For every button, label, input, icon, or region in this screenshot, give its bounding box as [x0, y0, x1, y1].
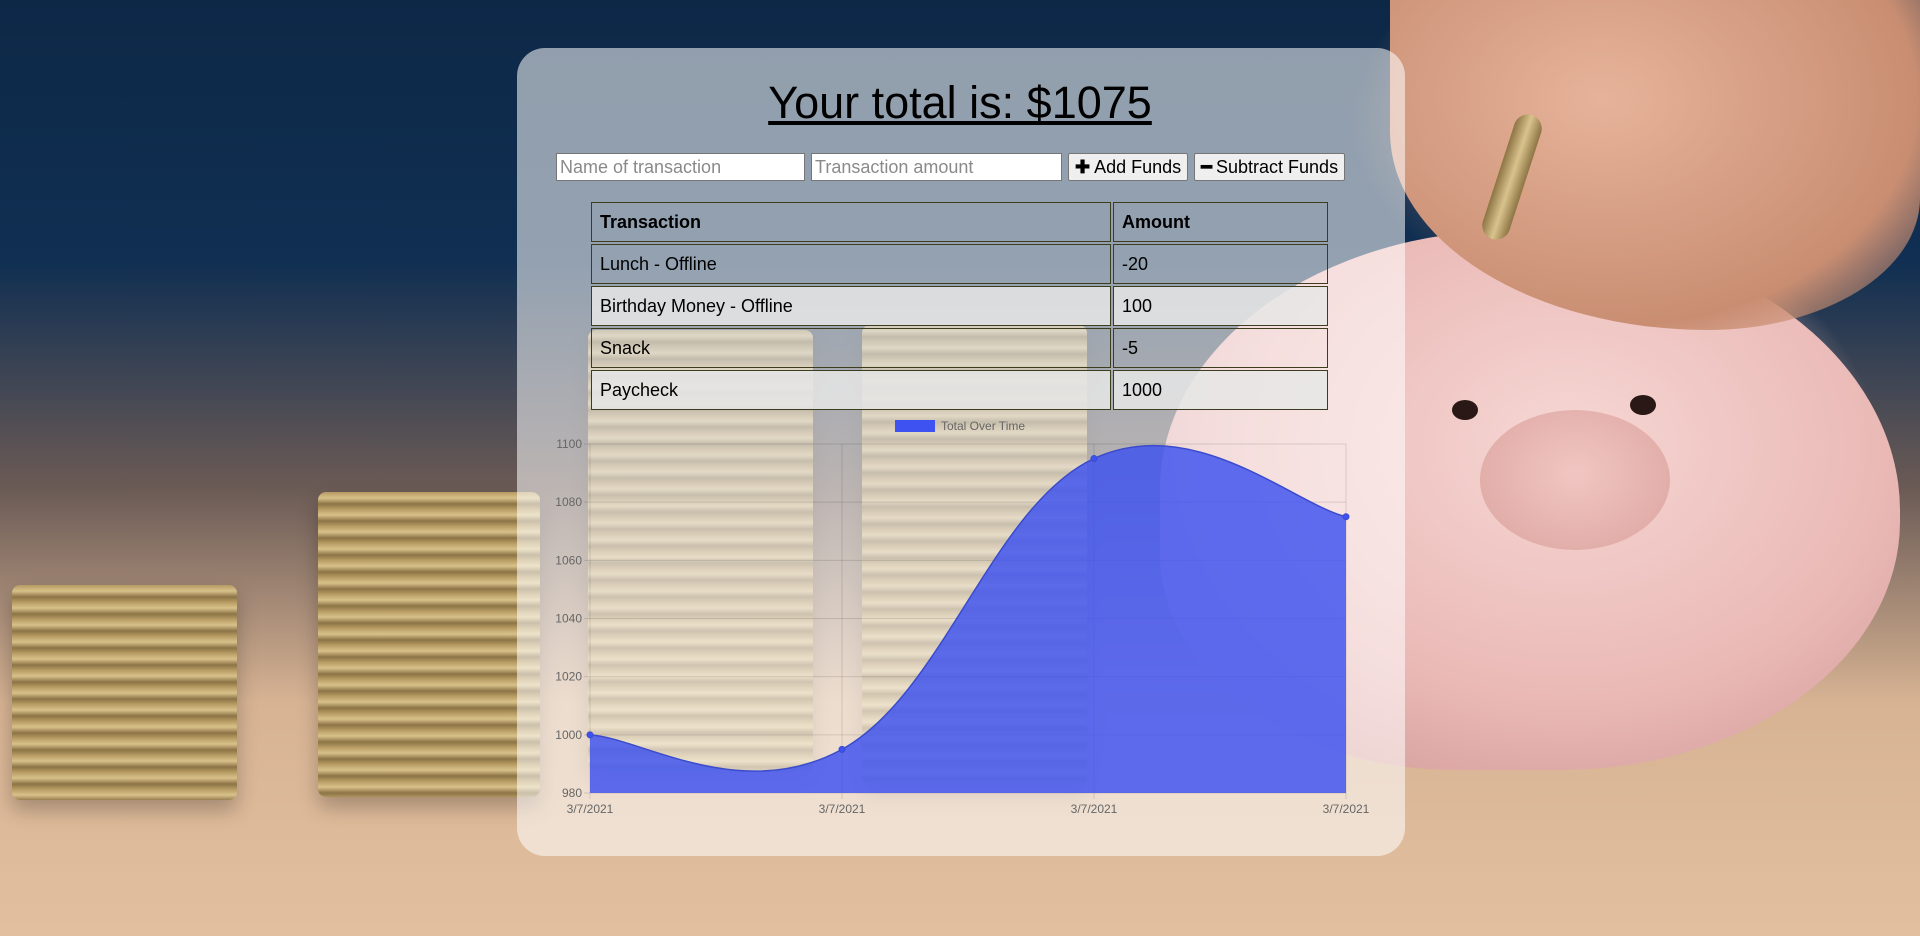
transaction-name: Paycheck [591, 370, 1111, 410]
x-tick-label: 3/7/2021 [1323, 802, 1370, 816]
transactions-table: Transaction Amount Lunch - Offline -20 B… [589, 200, 1330, 412]
chart-svg: 980 1000 1020 1040 1060 1080 1100 3/7/2021 3/7/2… [555, 419, 1370, 816]
transaction-name: Lunch - Offline [591, 244, 1111, 284]
plus-icon: ✚ [1075, 156, 1091, 177]
y-tick-label: 1020 [555, 670, 582, 684]
x-tick-label: 3/7/2021 [1071, 802, 1118, 816]
data-point [838, 745, 846, 753]
subtract-funds-button[interactable]: ━ Subtract Funds [1194, 153, 1346, 181]
transaction-name: Snack [591, 328, 1111, 368]
add-funds-button[interactable]: ✚ Add Funds [1068, 153, 1189, 181]
transaction-amount: 100 [1113, 286, 1328, 326]
coin-in-hand [1478, 110, 1546, 244]
table-row: Lunch - Offline -20 [591, 244, 1328, 284]
column-header-transaction: Transaction [591, 202, 1111, 242]
legend-swatch [895, 420, 935, 432]
total-heading: Your total is: $1075 [768, 77, 1152, 128]
transaction-amount-input[interactable] [811, 153, 1062, 181]
y-tick-label: 1040 [555, 612, 582, 626]
legend-label: Total Over Time [941, 419, 1025, 433]
hand [1390, 0, 1920, 330]
transaction-name-input[interactable] [556, 153, 805, 181]
data-point [1090, 455, 1098, 463]
x-tick-label: 3/7/2021 [567, 802, 614, 816]
coin-stack-left [12, 585, 237, 800]
add-funds-label: Add Funds [1094, 156, 1182, 177]
subtract-funds-label: Subtract Funds [1216, 156, 1339, 177]
data-point [586, 731, 594, 739]
piggy-snout [1480, 410, 1670, 550]
table-row: Paycheck 1000 [591, 370, 1328, 410]
minus-icon: ━ [1201, 156, 1212, 177]
total-over-time-chart: 980 1000 1020 1040 1060 1080 1100 3/7/2021 3/7/2… [540, 412, 1380, 822]
piggy-eye-left [1452, 400, 1478, 420]
coin-stack-middle [318, 492, 540, 797]
transaction-amount: -20 [1113, 244, 1328, 284]
transaction-form: ✚ Add Funds ━ Subtract Funds [556, 153, 1346, 181]
table-header-row: Transaction Amount [591, 202, 1328, 242]
column-header-amount: Amount [1113, 202, 1328, 242]
y-tick-label: 1000 [555, 728, 582, 742]
transaction-amount: -5 [1113, 328, 1328, 368]
y-tick-label: 1060 [555, 553, 582, 567]
data-point [1342, 513, 1350, 521]
y-tick-label: 1100 [556, 437, 582, 451]
y-tick-label: 980 [562, 786, 582, 800]
x-tick-label: 3/7/2021 [819, 802, 866, 816]
y-tick-label: 1080 [555, 495, 582, 509]
transaction-amount: 1000 [1113, 370, 1328, 410]
table-row: Birthday Money - Offline 100 [591, 286, 1328, 326]
transaction-name: Birthday Money - Offline [591, 286, 1111, 326]
series-area [590, 445, 1346, 793]
table-row: Snack -5 [591, 328, 1328, 368]
piggy-eye-right [1630, 395, 1656, 415]
